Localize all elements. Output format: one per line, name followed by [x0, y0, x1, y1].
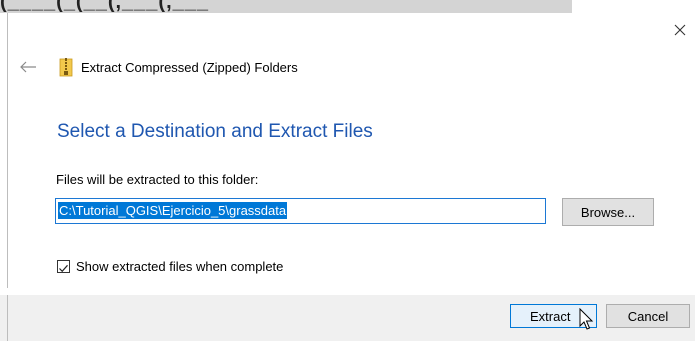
browse-button[interactable]: Browse...: [562, 198, 654, 226]
zip-folder-icon: [59, 57, 73, 77]
page-heading: Select a Destination and Extract Files: [57, 121, 373, 142]
dialog-left-border: [7, 13, 8, 288]
destination-path-input[interactable]: C:\Tutorial_QGIS\Ejercicio_5\grassdata: [55, 198, 546, 224]
checkmark-icon: [59, 264, 68, 273]
close-button[interactable]: [669, 19, 691, 41]
background-window-text: (____(_(__(,___(,___: [0, 0, 210, 13]
back-arrow-icon: [20, 61, 36, 73]
destination-label: Files will be extracted to this folder:: [56, 172, 259, 187]
close-icon: [674, 24, 686, 36]
back-button[interactable]: [17, 58, 39, 76]
destination-path-text: C:\Tutorial_QGIS\Ejercicio_5\grassdata: [58, 202, 288, 219]
footer-left-border: [7, 295, 8, 341]
cancel-button[interactable]: Cancel: [606, 304, 690, 328]
extract-dialog: Extract Compressed (Zipped) Folders Sele…: [0, 13, 695, 341]
dialog-footer: Extract Cancel: [0, 295, 695, 341]
background-window-strip: (____(_(__(,___(,___: [0, 0, 572, 13]
dialog-title: Extract Compressed (Zipped) Folders: [81, 60, 298, 75]
mouse-pointer-icon: [579, 308, 594, 330]
show-files-label[interactable]: Show extracted files when complete: [76, 259, 283, 274]
show-files-checkbox[interactable]: [57, 260, 70, 273]
